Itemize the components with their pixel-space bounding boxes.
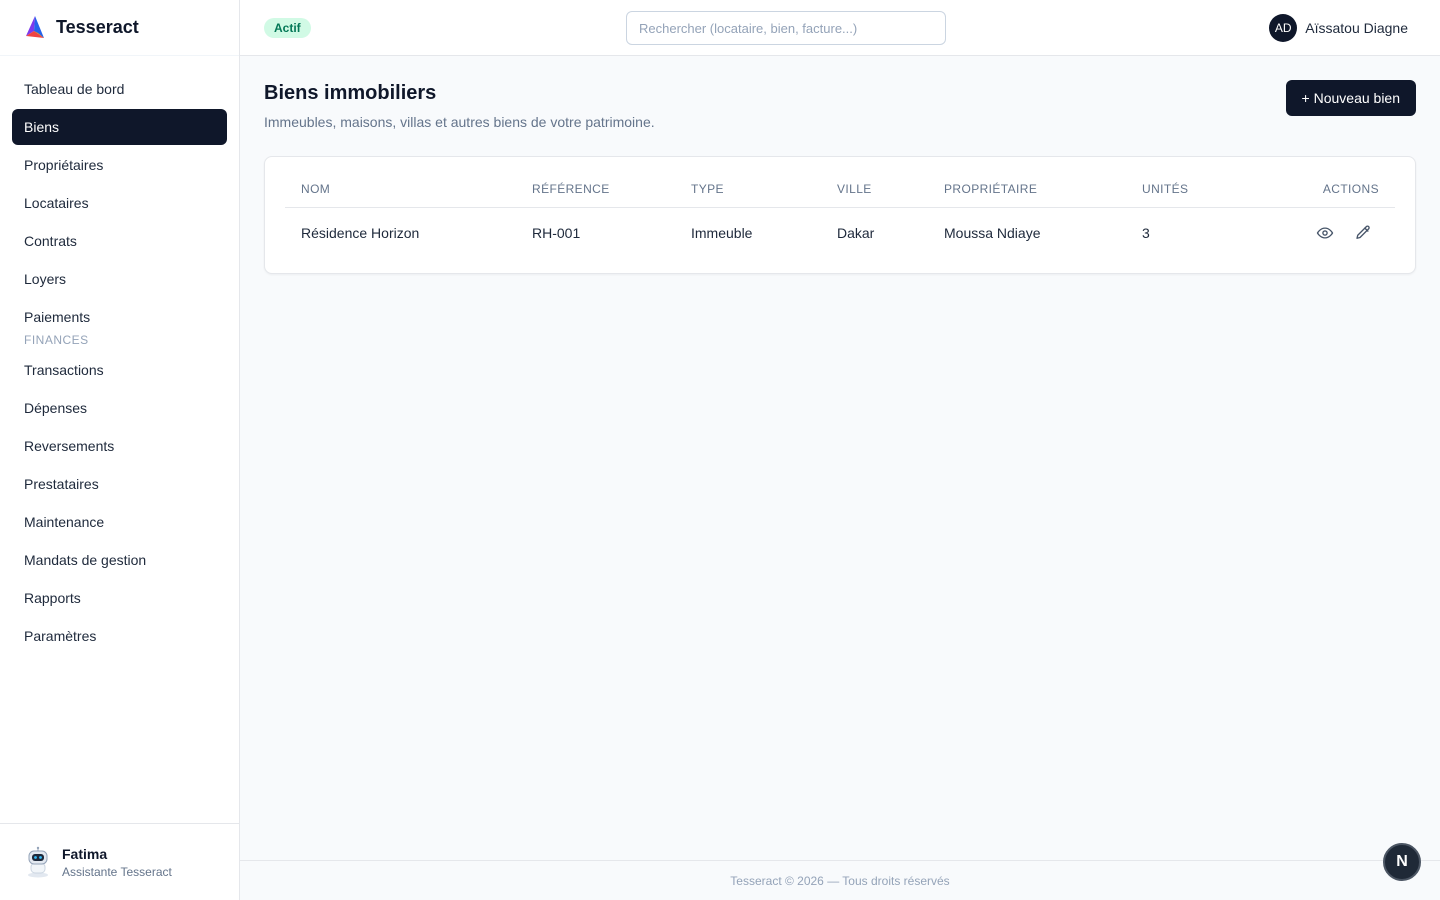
avatar: AD [1269,14,1298,42]
column-header-type[interactable]: TYPE [675,171,821,208]
cell-reference: RH-001 [532,225,581,242]
sidebar-item-reversements[interactable]: Reversements [12,428,227,464]
assistant-text: Fatima Assistante Tesseract [62,846,172,879]
sidebar-nav: Tableau de bord Biens Propriétaires Loca… [0,56,239,654]
sidebar-item-locataires[interactable]: Locataires [12,185,227,221]
column-header-nom[interactable]: NOM [285,171,516,208]
properties-table-card: NOM RÉFÉRENCE TYPE VILLE PROPRIÉTAIRE UN… [264,156,1416,274]
main-content: Biens immobiliers Immeubles, maisons, vi… [240,56,1440,860]
brand[interactable]: Tesseract [0,0,239,56]
new-property-button[interactable]: + Nouveau bien [1285,80,1416,116]
column-header-unites[interactable]: UNITÉS [1126,171,1256,208]
column-header-ville[interactable]: VILLE [821,171,928,208]
sidebar-section-finances: FINANCES [24,333,89,347]
sidebar-item-maintenance[interactable]: Maintenance [12,504,227,540]
column-header-proprietaire[interactable]: PROPRIÉTAIRE [928,171,1126,208]
robot-icon [28,846,48,878]
sidebar-item-transactions[interactable]: Transactions [12,352,227,388]
floating-action-button[interactable]: N [1383,843,1421,881]
page-title: Biens immobiliers [264,82,437,104]
footer: Tesseract © 2026 — Tous droits réservés [240,860,1440,900]
table-header-row: NOM RÉFÉRENCE TYPE VILLE PROPRIÉTAIRE UN… [285,171,1395,208]
sidebar-item-contrats[interactable]: Contrats [12,223,227,259]
sidebar-item-paiements[interactable]: Paiements [12,299,227,335]
assistant-widget[interactable]: Fatima Assistante Tesseract [0,823,239,900]
column-header-actions: ACTIONS [1256,171,1395,208]
sidebar-item-proprietaires[interactable]: Propriétaires [12,147,227,183]
cell-type: Immeuble [691,225,753,242]
sidebar-item-rapports[interactable]: Rapports [12,580,227,616]
tesseract-logo-icon [26,15,44,38]
view-button[interactable] [1313,221,1337,245]
sidebar: Tesseract Tableau de bord Biens Propriét… [0,0,240,900]
user-menu[interactable]: AD Aïssatou Diagne [1269,14,1408,42]
sidebar-item-depenses[interactable]: Dépenses [12,390,227,426]
properties-table: NOM RÉFÉRENCE TYPE VILLE PROPRIÉTAIRE UN… [285,171,1395,259]
eye-icon [1316,227,1334,239]
sidebar-item-tableau-de-bord[interactable]: Tableau de bord [12,71,227,107]
cell-nom: Résidence Horizon [301,225,420,242]
cell-ville: Dakar [837,225,875,242]
cell-proprietaire: Moussa Ndiaye [944,225,1041,242]
user-name: Aïssatou Diagne [1305,20,1408,36]
edit-button[interactable] [1351,221,1375,245]
search-input[interactable] [626,11,946,45]
column-header-reference[interactable]: RÉFÉRENCE [516,171,675,208]
sidebar-item-mandats-de-gestion[interactable]: Mandats de gestion [12,542,227,578]
sidebar-item-parametres[interactable]: Paramètres [12,618,227,654]
cell-unites: 3 [1142,225,1150,242]
page-subtitle: Immeubles, maisons, villas et autres bie… [264,114,655,130]
sidebar-item-prestataires[interactable]: Prestataires [12,466,227,502]
cell-actions [1256,207,1395,259]
sidebar-item-loyers[interactable]: Loyers [12,261,227,297]
brand-name: Tesseract [56,17,139,37]
topbar: Actif AD Aïssatou Diagne [240,0,1440,56]
sidebar-item-biens[interactable]: Biens [12,109,227,145]
status-badge: Actif [264,18,311,38]
assistant-role: Assistante Tesseract [62,864,172,879]
assistant-name: Fatima [62,845,108,862]
table-row[interactable]: Résidence Horizon RH-001 Immeuble Dakar … [285,207,1395,259]
pencil-icon [1356,225,1370,240]
